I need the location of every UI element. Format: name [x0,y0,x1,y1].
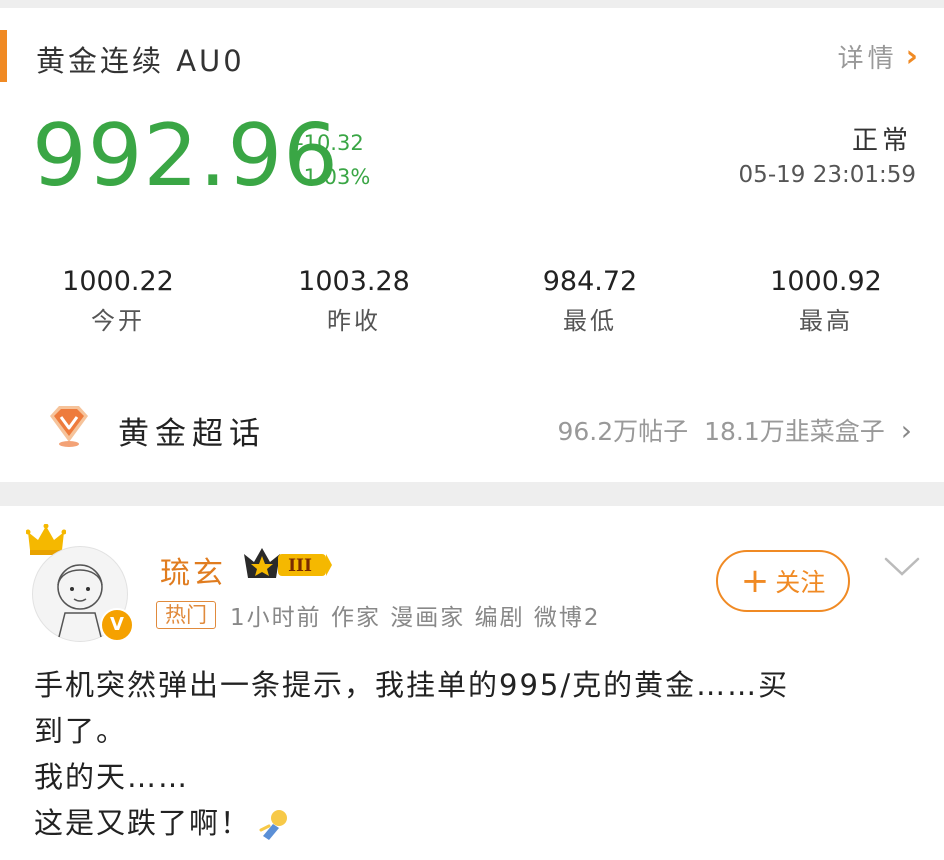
current-price: 992.96 [32,106,339,206]
detail-label: 详情 [837,44,898,74]
verified-v-badge-icon: V [100,608,134,642]
post-text: 手机突然弹出一条提示，我挂单的995/克的黄金……买 到了。 我的天…… 这是又… [34,662,914,846]
stat-prev-close: 1003.28 昨收 [236,266,472,336]
topic-post-count: 96.2万帖子 [557,417,689,446]
change-percent: -1.03% [296,165,371,189]
follow-label: 关注 [775,568,826,597]
super-topic-stats: 96.2万帖子 18.1万韭菜盒子 › [541,412,912,448]
post-line-with-emoji: 这是又跌了啊！ [34,800,914,846]
stat-label: 最低 [563,307,617,335]
stat-value: 984.72 [542,266,638,297]
post-line: 这是又跌了啊！ [34,806,252,840]
card-title: 黄金连续 AU0 [36,44,245,78]
post-line: 到了。 [34,714,128,748]
stat-value: 1003.28 [298,266,410,297]
plus-icon: + [740,561,770,601]
chevron-down-icon[interactable] [884,556,920,578]
stat-high: 1000.92 最高 [708,266,944,336]
falling-person-emoji-icon [259,810,288,840]
post-line: 我的天…… [34,760,190,794]
vip-level-badge-icon: III [244,548,332,578]
super-topic-diamond-icon [50,406,88,447]
chevron-right-icon: › [905,39,922,74]
hot-tag: 热门 [156,601,216,629]
quote-timestamp: 05-19 23:01:59 [738,162,916,188]
author-username[interactable]: 琉玄 [160,548,226,592]
detail-link[interactable]: 详情 › [838,38,922,75]
chevron-right-icon: › [900,413,912,447]
super-topic-name: 黄金超话 [118,416,266,452]
super-topic-row[interactable]: 黄金超话 96.2万帖子 18.1万韭菜盒子 › [0,392,944,464]
title-accent-bar [0,30,7,82]
quote-stats: 1000.22 今开 1003.28 昨收 984.72 最低 1000.92 … [0,266,944,336]
post-line: 手机突然弹出一条提示，我挂单的995/克的黄金……买 [34,668,790,702]
stat-label: 昨收 [327,307,381,335]
gold-quote-card: 黄金连续 AU0 详情 › 992.96 -10.32 -1.03% 正常 05… [0,8,944,482]
stat-value: 1000.92 [770,266,882,297]
author-avatar[interactable]: V [26,524,136,642]
market-status: 正常 [851,126,912,156]
stat-low: 984.72 最低 [472,266,708,336]
stat-value: 1000.22 [62,266,174,297]
post-meta: 热门 1小时前 作家 漫画家 编剧 微博2 [156,598,601,632]
level-text: III [288,556,312,576]
follow-button[interactable]: + 关注 [716,550,850,612]
stat-label: 今开 [91,307,145,335]
price-change: -10.32 -1.03% [296,126,370,194]
stat-label: 最高 [799,307,853,335]
meta-text: 1小时前 作家 漫画家 编剧 微博2 [230,605,601,631]
stat-open: 1000.22 今开 [0,266,236,336]
topic-member-count: 18.1万韭菜盒子 [704,417,885,446]
change-absolute: -10.32 [296,131,364,155]
weibo-post: V 琉玄 III 热门 1小时前 作家 漫画家 编剧 微博2 + 关注 手机突然… [0,506,944,860]
